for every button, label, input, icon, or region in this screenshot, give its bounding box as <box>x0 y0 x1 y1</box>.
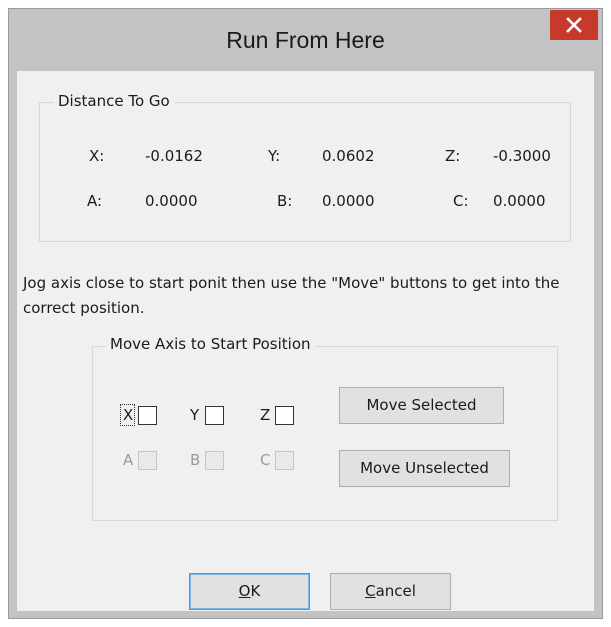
checkbox-a-label: A <box>123 451 134 469</box>
axis-c-value: 0.0000 <box>493 192 546 210</box>
checkbox-c-label: C <box>260 451 271 469</box>
checkbox-x-label: X <box>123 406 134 424</box>
axis-c-label: C: <box>453 192 469 210</box>
ok-button[interactable]: OK <box>189 573 310 610</box>
axis-z-label: Z: <box>445 147 461 165</box>
axis-b-label: B: <box>277 192 293 210</box>
checkbox-z[interactable] <box>275 406 294 425</box>
run-from-here-dialog: Run From Here Distance To Go X: -0.0162 … <box>8 8 603 619</box>
checkbox-c[interactable] <box>275 451 294 470</box>
cancel-mnemonic: C <box>365 582 376 600</box>
title-bar[interactable]: Run From Here <box>9 9 602 71</box>
axis-y-label: Y: <box>268 147 281 165</box>
checkbox-b[interactable] <box>205 451 224 470</box>
ok-label-rest: K <box>250 582 261 600</box>
axis-a-value: 0.0000 <box>145 192 198 210</box>
dialog-client-area: Distance To Go X: -0.0162 Y: 0.0602 Z: -… <box>17 71 594 611</box>
cancel-label-rest: ancel <box>375 582 416 600</box>
instructions-text: Jog axis close to start ponit then use t… <box>23 274 560 317</box>
window-title: Run From Here <box>226 27 385 53</box>
close-button[interactable] <box>550 10 598 40</box>
axis-z-value: -0.3000 <box>493 147 551 165</box>
checkbox-x[interactable] <box>138 406 157 425</box>
distance-to-go-group <box>39 102 571 242</box>
move-selected-button[interactable]: Move Selected <box>339 387 504 424</box>
move-unselected-button[interactable]: Move Unselected <box>339 450 510 487</box>
checkbox-a[interactable] <box>138 451 157 470</box>
move-axis-group <box>92 346 558 521</box>
ok-mnemonic: O <box>238 582 251 600</box>
axis-x-label: X: <box>89 147 105 165</box>
axis-y-value: 0.0602 <box>322 147 375 165</box>
checkbox-b-label: B <box>190 451 201 469</box>
axis-x-value: -0.0162 <box>145 147 203 165</box>
axis-a-label: A: <box>87 192 103 210</box>
cancel-button[interactable]: Cancel <box>330 573 451 610</box>
checkbox-y-label: Y <box>190 406 200 424</box>
move-axis-legend: Move Axis to Start Position <box>106 335 315 353</box>
distance-to-go-legend: Distance To Go <box>54 92 174 110</box>
axis-b-value: 0.0000 <box>322 192 375 210</box>
checkbox-z-label: Z <box>260 406 271 424</box>
close-icon <box>566 17 582 33</box>
checkbox-y[interactable] <box>205 406 224 425</box>
